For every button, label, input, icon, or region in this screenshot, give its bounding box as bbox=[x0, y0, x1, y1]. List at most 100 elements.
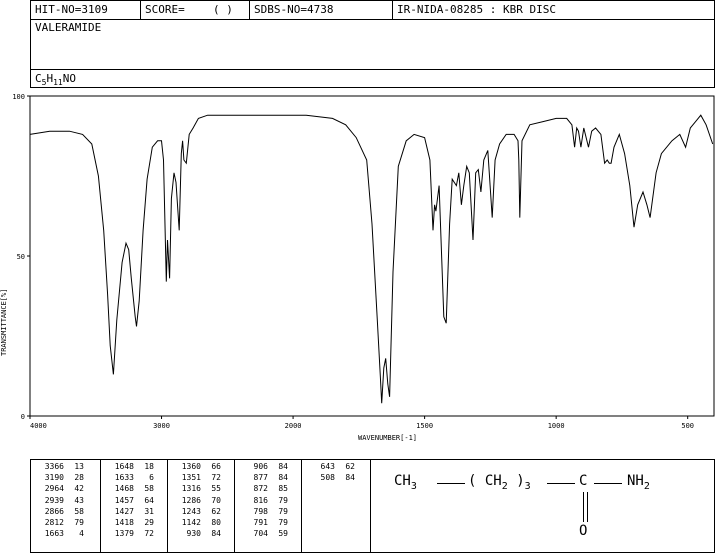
peak-row: 3366 13 bbox=[34, 461, 84, 472]
peak-row: 2866 58 bbox=[34, 506, 84, 517]
peak-transmittance: 13 bbox=[74, 462, 84, 471]
peak-wavenumber: 906 bbox=[253, 462, 268, 471]
peak-wavenumber: 1243 bbox=[181, 506, 201, 516]
peak-transmittance: 64 bbox=[144, 495, 154, 505]
plot-frame bbox=[29, 95, 715, 417]
peak-wavenumber: 798 bbox=[253, 506, 268, 516]
peak-row: 877 84 bbox=[238, 472, 288, 483]
peak-row: 1286 70 bbox=[171, 495, 221, 506]
peak-transmittance: 79 bbox=[278, 495, 288, 505]
x-axis-ticks: 4000 3000 2000 1500 1000 500 bbox=[29, 416, 694, 430]
peak-wavenumber: 816 bbox=[253, 495, 268, 505]
peak-transmittance: 84 bbox=[345, 473, 355, 483]
peak-column: 1648 18 1633 6 1468 58 1457 64 1427 31 1418 29 1379 7… bbox=[104, 461, 154, 539]
peak-wavenumber: 1663 bbox=[44, 529, 64, 539]
peak-column: 906 84 877 84 872 85 816 79 798 79 791 79 704 59 bbox=[238, 461, 288, 539]
header-rule bbox=[31, 19, 714, 20]
peak-transmittance: 84 bbox=[278, 462, 288, 471]
header-rule bbox=[31, 69, 714, 70]
peak-wavenumber: 1351 bbox=[181, 473, 201, 483]
peak-transmittance: 80 bbox=[211, 517, 221, 527]
peak-row: 1663 4 bbox=[34, 528, 84, 539]
peak-row: 791 79 bbox=[238, 517, 288, 528]
x-tick-label: 4000 bbox=[30, 422, 47, 430]
peak-wavenumber: 704 bbox=[253, 529, 268, 539]
peak-table-divider bbox=[100, 459, 101, 553]
peak-wavenumber: 1468 bbox=[114, 484, 134, 494]
peak-transmittance: 84 bbox=[278, 473, 288, 483]
compound-name: VALERAMIDE bbox=[35, 21, 102, 34]
peak-row: 1379 72 bbox=[104, 528, 154, 539]
peak-wavenumber: 2866 bbox=[44, 506, 64, 516]
peak-row: 1243 62 bbox=[171, 506, 221, 517]
score-label: SCORE= bbox=[145, 3, 185, 16]
peak-row: 1360 66 bbox=[171, 461, 221, 472]
x-tick-label: 2000 bbox=[285, 422, 302, 430]
peak-transmittance: 43 bbox=[74, 495, 84, 505]
peak-transmittance: 62 bbox=[211, 506, 221, 516]
peak-row: 1351 72 bbox=[171, 472, 221, 483]
peak-transmittance: 72 bbox=[144, 529, 154, 539]
peak-table-divider bbox=[234, 459, 235, 553]
molecular-formula: C5H11NO bbox=[35, 72, 76, 88]
peak-row: 2939 43 bbox=[34, 495, 84, 506]
peak-row: 1457 64 bbox=[104, 495, 154, 506]
sdbs-no: SDBS-NO=4738 bbox=[254, 3, 334, 16]
peak-row: 872 85 bbox=[238, 483, 288, 494]
y-tick-label: 0 bbox=[21, 413, 25, 421]
x-tick-label: 1500 bbox=[416, 422, 433, 430]
peak-transmittance: 6 bbox=[149, 473, 154, 483]
peak-wavenumber: 1316 bbox=[181, 484, 201, 494]
peak-row: 2964 42 bbox=[34, 483, 84, 494]
peak-wavenumber: 1379 bbox=[114, 529, 134, 539]
peak-transmittance: 55 bbox=[211, 484, 221, 494]
x-tick-label: 500 bbox=[681, 422, 694, 430]
peak-table-divider bbox=[301, 459, 302, 553]
peak-row: 508 84 bbox=[305, 472, 355, 483]
peak-wavenumber: 2812 bbox=[44, 517, 64, 527]
peak-wavenumber: 1142 bbox=[181, 517, 201, 527]
peak-wavenumber: 1360 bbox=[181, 462, 201, 471]
peak-row: 798 79 bbox=[238, 506, 288, 517]
peak-wavenumber: 1427 bbox=[114, 506, 134, 516]
peak-wavenumber: 930 bbox=[186, 529, 201, 539]
peak-transmittance: 85 bbox=[278, 484, 288, 494]
peak-row: 1648 18 bbox=[104, 461, 154, 472]
peak-transmittance: 79 bbox=[74, 517, 84, 527]
x-axis-label: WAVENUMBER[-1] bbox=[358, 434, 417, 442]
peak-row: 1427 31 bbox=[104, 506, 154, 517]
peak-transmittance: 29 bbox=[144, 517, 154, 527]
peak-wavenumber: 1286 bbox=[181, 495, 201, 505]
peak-wavenumber: 1457 bbox=[114, 495, 134, 505]
peak-row: 3190 28 bbox=[34, 472, 84, 483]
peak-transmittance: 84 bbox=[211, 529, 221, 539]
peak-row: 704 59 bbox=[238, 528, 288, 539]
peak-row: 2812 79 bbox=[34, 517, 84, 528]
peak-row: 1468 58 bbox=[104, 483, 154, 494]
peak-wavenumber: 1648 bbox=[114, 462, 134, 471]
peak-row: 1142 80 bbox=[171, 517, 221, 528]
peak-transmittance: 59 bbox=[278, 529, 288, 539]
peak-row: 1418 29 bbox=[104, 517, 154, 528]
y-axis-label: TRANSMITTANCE[%] bbox=[0, 289, 8, 356]
header-box: HIT-NO=3109 SCORE= ( ) SDBS-NO=4738 IR-N… bbox=[30, 0, 715, 88]
y-tick-label: 50 bbox=[17, 253, 25, 261]
peak-wavenumber: 2964 bbox=[44, 484, 64, 494]
peak-column: 643 62 508 84 bbox=[305, 461, 355, 483]
peak-row: 906 84 bbox=[238, 461, 288, 472]
peak-row: 1316 55 bbox=[171, 483, 221, 494]
peak-table-divider bbox=[167, 459, 168, 553]
peak-transmittance: 79 bbox=[278, 506, 288, 516]
peak-transmittance: 28 bbox=[74, 473, 84, 483]
spectrum-line bbox=[29, 114, 714, 404]
peak-wavenumber: 2939 bbox=[44, 495, 64, 505]
peak-transmittance: 62 bbox=[345, 462, 355, 471]
peak-wavenumber: 3190 bbox=[44, 473, 64, 483]
peak-wavenumber: 791 bbox=[253, 517, 268, 527]
peak-wavenumber: 872 bbox=[253, 484, 268, 494]
peak-transmittance: 79 bbox=[278, 517, 288, 527]
peak-transmittance: 58 bbox=[144, 484, 154, 494]
peak-transmittance: 66 bbox=[211, 462, 221, 471]
peak-table-divider bbox=[370, 459, 371, 553]
peak-wavenumber: 3366 bbox=[44, 462, 64, 471]
